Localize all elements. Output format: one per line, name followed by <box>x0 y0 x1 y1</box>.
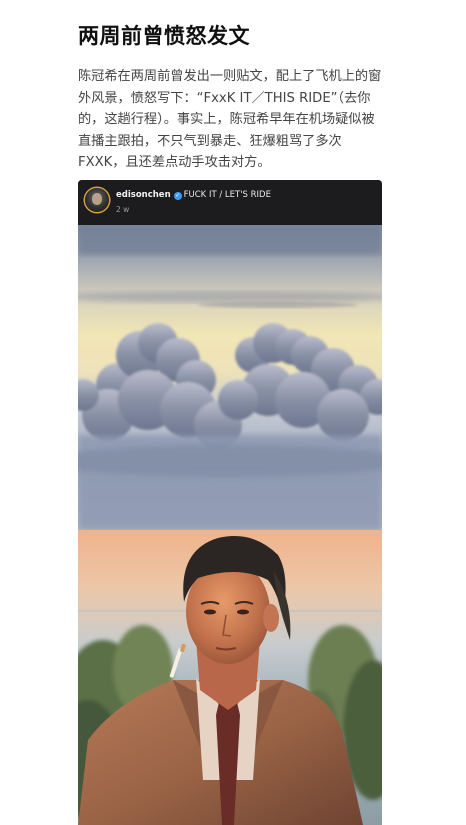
post-username[interactable]: edisonchen <box>116 190 171 200</box>
post-time: 2 w <box>116 205 130 214</box>
post-handle-row: edisonchen ✓ FUCK IT / LET'S RIDE <box>116 190 271 200</box>
verified-badge-icon: ✓ <box>173 192 182 200</box>
sky-clouds-photo <box>78 225 382 530</box>
article-body: 陈冠希在两周前曾发出一则贴文，配上了飞机上的窗外风景，愤怒写下：“FxxK IT… <box>78 69 382 170</box>
avatar-face <box>92 193 102 205</box>
avatar[interactable] <box>85 188 109 212</box>
instagram-post-embed[interactable]: edisonchen ✓ FUCK IT / LET'S RIDE 2 w <box>78 180 382 825</box>
post-header: edisonchen ✓ FUCK IT / LET'S RIDE 2 w <box>78 180 382 225</box>
article-headline: 两周前曾愤怒发文 <box>78 24 250 48</box>
portrait-photo <box>78 530 382 825</box>
post-caption: FUCK IT / LET'S RIDE <box>183 190 271 200</box>
article: 两周前曾愤怒发文 陈冠希在两周前曾发出一则贴文，配上了飞机上的窗外风景，愤怒写下… <box>0 0 466 825</box>
